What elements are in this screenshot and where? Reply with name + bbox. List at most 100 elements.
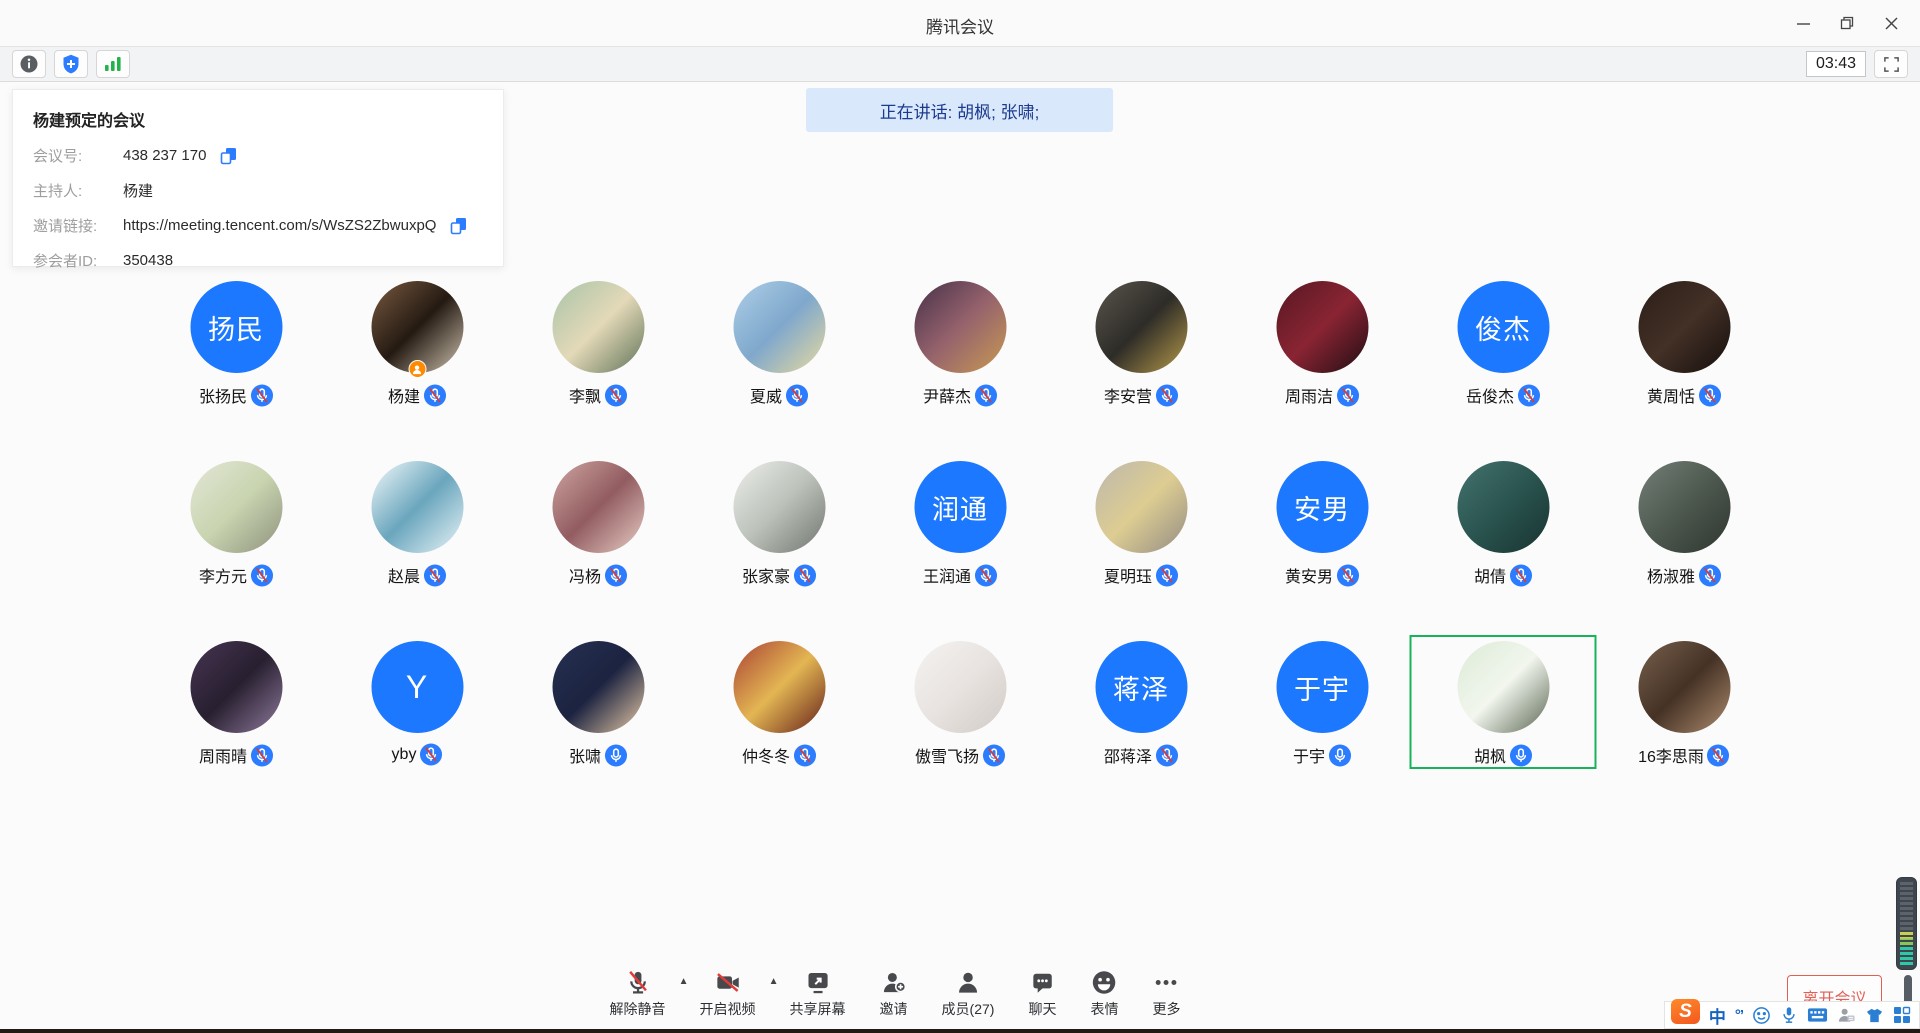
participant-name-row: 胡倩 (1474, 563, 1532, 587)
participant-avatar: 安男 (1276, 461, 1368, 553)
ime-punctuation-toggle[interactable]: °’ (1735, 1007, 1743, 1024)
ime-emoji-icon[interactable] (1752, 1006, 1771, 1025)
participant-name: 尹薛杰 (923, 383, 971, 407)
chat-button[interactable]: 聊天 (1028, 968, 1056, 1019)
mic-status-icon (1698, 384, 1721, 407)
participant-tile[interactable]: 黄周恬 (1594, 276, 1775, 456)
participant-tile[interactable]: 润通 王润通 (870, 456, 1051, 636)
participant-tile[interactable]: 冯杨 (508, 456, 689, 636)
participant-tile[interactable]: 张啸 (508, 636, 689, 816)
participant-tile[interactable]: 李飘 (508, 276, 689, 456)
invite-link-value: https://meeting.tencent.com/s/WsZS2Zbwux… (123, 217, 436, 234)
participant-tile[interactable]: 俊杰 岳俊杰 (1413, 276, 1594, 456)
participant-tile[interactable]: 16李思雨 (1594, 636, 1775, 816)
participant-tile[interactable]: 张家豪 (689, 456, 870, 636)
ime-voice-icon[interactable] (1780, 1006, 1798, 1024)
window-title: 腾讯会议 (926, 13, 994, 38)
taskbar-edge (0, 1029, 1920, 1033)
mic-status-icon (1155, 744, 1178, 767)
participant-tile[interactable]: 杨淑雅 (1594, 456, 1775, 636)
share-screen-button[interactable]: 共享屏幕 (790, 968, 846, 1019)
mic-options-arrow[interactable]: ▲ (679, 976, 689, 987)
fullscreen-button[interactable] (1874, 50, 1908, 78)
participant-tile[interactable]: 胡枫 (1413, 636, 1594, 816)
participant-name: 李安营 (1104, 383, 1152, 407)
emoji-icon (1091, 968, 1118, 996)
mic-status-icon (604, 744, 627, 767)
participant-avatar (552, 641, 644, 733)
restore-button[interactable] (1832, 10, 1862, 36)
share-screen-icon (804, 968, 831, 996)
copy-meeting-id-button[interactable] (220, 147, 237, 165)
participant-tile[interactable]: Y yby (327, 636, 508, 816)
participant-name: 冯杨 (569, 563, 601, 587)
start-video-button[interactable]: 开启视频 ▲ (700, 968, 756, 1019)
participant-tile[interactable]: 扬民 张扬民 (146, 276, 327, 456)
attendee-id-label: 参会者ID: (33, 250, 123, 271)
participant-grid: 扬民 张扬民 (146, 276, 1775, 816)
participant-avatar (190, 641, 282, 733)
mic-status-icon (1336, 384, 1359, 407)
participant-name: 李方元 (199, 563, 247, 587)
meeting-info-button[interactable] (12, 50, 46, 78)
participant-name-row: 仲冬冬 (742, 743, 816, 767)
members-button[interactable]: 成员(27) (942, 968, 995, 1019)
participant-tile[interactable]: 李安营 (1051, 276, 1232, 456)
participant-tile[interactable]: 赵晨 (327, 456, 508, 636)
participant-name: 周雨晴 (199, 743, 247, 767)
participant-tile[interactable]: 夏威 (689, 276, 870, 456)
emoji-button[interactable]: 表情 (1090, 968, 1118, 1019)
participant-avatar (552, 281, 644, 373)
participant-tile[interactable]: 安男 黄安男 (1232, 456, 1413, 636)
participant-avatar: 扬民 (190, 281, 282, 373)
participant-tile[interactable]: 李方元 (146, 456, 327, 636)
participant-avatar (1638, 641, 1730, 733)
participant-tile[interactable]: 尹薛杰 (870, 276, 1051, 456)
participant-tile[interactable]: 蒋泽 邵蒋泽 (1051, 636, 1232, 816)
ime-skin-icon[interactable] (1865, 1007, 1884, 1024)
invite-button[interactable]: 邀请 (880, 968, 908, 1019)
participant-tile[interactable]: 周雨洁 (1232, 276, 1413, 456)
participant-name: 张家豪 (742, 563, 790, 587)
more-button[interactable]: 更多 (1152, 968, 1180, 1019)
close-button[interactable] (1876, 10, 1906, 36)
participant-tile[interactable]: 于宇 于宇 (1232, 636, 1413, 816)
mic-status-icon (1336, 564, 1359, 587)
participant-tile[interactable]: 夏明珏 (1051, 456, 1232, 636)
mic-status-icon (604, 384, 627, 407)
participant-name-row: 冯杨 (569, 563, 627, 587)
more-icon (1153, 968, 1180, 996)
participant-tile[interactable]: 杨建 (327, 276, 508, 456)
participant-name: 仲冬冬 (742, 743, 790, 767)
video-options-arrow[interactable]: ▲ (769, 976, 779, 987)
unmute-button[interactable]: 解除静音 ▲ (610, 968, 666, 1019)
ime-toolbox-icon[interactable] (1893, 1006, 1911, 1024)
participant-avatar (914, 641, 1006, 733)
participant-name: 胡枫 (1474, 743, 1506, 767)
sogou-logo-icon[interactable]: S (1671, 999, 1700, 1024)
ime-keyboard-icon[interactable] (1807, 1007, 1828, 1023)
host-label: 主持人: (33, 180, 123, 201)
participant-avatar: Y (371, 641, 463, 733)
security-shield-button[interactable] (54, 50, 88, 78)
minimize-button[interactable] (1788, 10, 1818, 36)
participant-tile[interactable]: 胡倩 (1413, 456, 1594, 636)
copy-invite-link-button[interactable] (450, 217, 467, 235)
participant-avatar (1095, 281, 1187, 373)
participant-name: 黄安男 (1285, 563, 1333, 587)
mic-status-icon (423, 564, 446, 587)
participant-tile[interactable]: 周雨晴 (146, 636, 327, 816)
ime-language-toggle[interactable]: 中 (1709, 1003, 1726, 1028)
participant-tile[interactable]: 傲雪飞扬 (870, 636, 1051, 816)
participant-avatar (1638, 281, 1730, 373)
participant-tile[interactable]: 仲冬冬 (689, 636, 870, 816)
participant-name: 岳俊杰 (1466, 383, 1514, 407)
network-quality-button[interactable] (96, 50, 130, 78)
ime-handwriting-icon[interactable] (1837, 1007, 1856, 1024)
participant-name-row: 李安营 (1104, 383, 1178, 407)
mic-status-icon (785, 384, 808, 407)
participant-name-row: 王润通 (923, 563, 997, 587)
meeting-info-panel: 杨建预定的会议 会议号: 438 237 170 主持人: 杨建 邀请链接: h… (12, 89, 504, 267)
participant-name: 杨建 (388, 383, 420, 407)
participant-name: 赵晨 (388, 563, 420, 587)
